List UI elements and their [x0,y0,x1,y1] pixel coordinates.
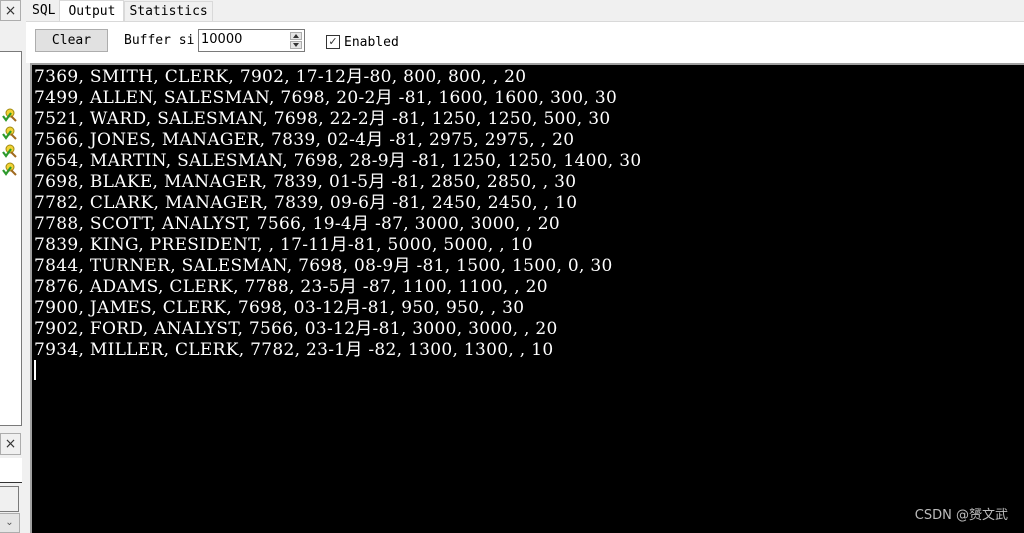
connection-list[interactable] [0,51,22,426]
output-line: 7782, CLARK, MANAGER, 7839, 09-6月 -81, 2… [34,193,578,213]
output-line: 7839, KING, PRESIDENT, , 17-11月-81, 5000… [34,235,533,255]
tab-bar: SQL Output Statistics [28,0,213,21]
buffer-size-label: Buffer si [124,33,195,48]
enabled-label[interactable]: Enabled [344,35,399,50]
chevron-down-icon[interactable]: ⌄ [0,513,20,533]
spin-down-icon[interactable] [290,41,302,49]
watermark: CSDN @赟文武 [914,508,1008,523]
output-line: 7654, MARTIN, SALESMAN, 7698, 28-9月 -81,… [34,151,642,171]
output-line: 7934, MILLER, CLERK, 7782, 23-1月 -82, 13… [34,340,554,360]
tab-statistics[interactable]: Statistics [124,1,213,21]
tab-sql[interactable]: SQL [28,1,59,21]
output-line: 7566, JONES, MANAGER, 7839, 02-4月 -81, 2… [34,130,575,150]
clear-button[interactable]: Clear [35,29,108,52]
text-caret [34,360,36,380]
key-check-icon [2,126,17,140]
close-icon[interactable]: × [0,0,21,21]
output-toolbar: Clear Buffer si 10000 ✓ Enabled [26,21,1024,63]
output-line: 7900, JAMES, CLERK, 7698, 03-12月-81, 950… [34,298,525,318]
buffer-size-spinner[interactable]: 10000 [198,29,305,52]
key-check-icon [2,162,17,176]
left-panel: × × ⌄ [0,0,28,533]
enabled-checkbox[interactable]: ✓ [326,35,340,49]
input-field[interactable] [0,458,22,483]
output-lines: 7369, SMITH, CLERK, 7902, 17-12月-80, 800… [34,67,641,361]
tab-output[interactable]: Output [59,0,125,21]
key-check-icon [2,144,17,158]
output-line: 7499, ALLEN, SALESMAN, 7698, 20-2月 -81, … [34,88,618,108]
panel-box[interactable] [0,486,19,512]
output-line: 7876, ADAMS, CLERK, 7788, 23-5月 -87, 110… [34,277,548,297]
spinner-buttons [290,32,302,49]
output-line: 7902, FORD, ANALYST, 7566, 03-12月-81, 30… [34,319,558,339]
output-line: 7788, SCOTT, ANALYST, 7566, 19-4月 -87, 3… [34,214,561,234]
output-line: 7698, BLAKE, MANAGER, 7839, 01-5月 -81, 2… [34,172,577,192]
output-line: 7844, TURNER, SALESMAN, 7698, 08-9月 -81,… [34,256,613,276]
buffer-size-value[interactable]: 10000 [201,32,242,47]
key-check-icon [2,108,17,122]
output-console[interactable]: 7369, SMITH, CLERK, 7902, 17-12月-80, 800… [30,63,1024,533]
spin-up-icon[interactable] [290,32,302,40]
output-line: 7521, WARD, SALESMAN, 7698, 22-2月 -81, 1… [34,109,611,129]
output-line: 7369, SMITH, CLERK, 7902, 17-12月-80, 800… [34,67,527,87]
close-icon[interactable]: × [0,433,21,455]
